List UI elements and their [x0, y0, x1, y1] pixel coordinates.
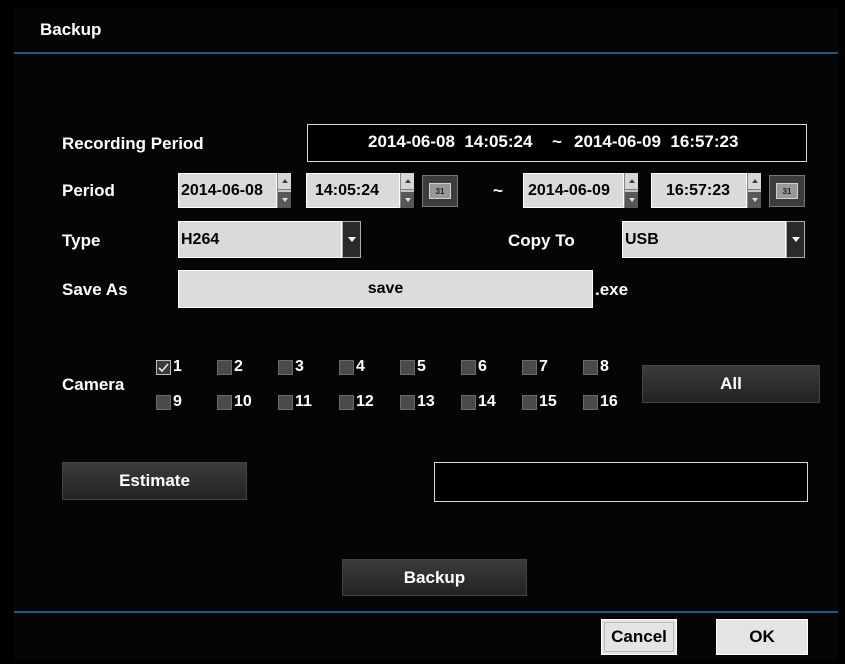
spin-down-icon[interactable]	[625, 192, 638, 208]
camera-16-checkbox[interactable]	[583, 395, 598, 410]
spin-down-icon[interactable]	[278, 192, 291, 208]
camera-4-label: 4	[356, 358, 365, 375]
spin-up-icon[interactable]	[278, 173, 291, 190]
copy-to-value: USB	[625, 230, 659, 248]
spin-down-icon[interactable]	[748, 192, 761, 208]
save-as-extension: .exe	[595, 280, 629, 299]
end-date-field[interactable]: 2014-06-09	[523, 173, 624, 208]
camera-4-checkbox[interactable]	[339, 360, 354, 375]
period-separator: ~	[493, 181, 503, 200]
dialog-title: Backup	[40, 20, 102, 39]
camera-9-checkbox[interactable]	[156, 395, 171, 410]
start-time-field[interactable]: 14:05:24	[306, 173, 400, 208]
camera-16-label: 16	[600, 393, 618, 410]
camera-8-label: 8	[600, 358, 609, 375]
camera-11-label: 11	[295, 393, 312, 410]
backup-button[interactable]: Backup	[342, 559, 527, 596]
recording-period-display: 2014-06-08 14:05:24 ~ 2014-06-09 16:57:2…	[307, 124, 807, 162]
start-calendar-button[interactable]: 31	[422, 175, 458, 207]
footer-divider	[14, 611, 838, 613]
recording-period-separator: ~	[552, 132, 562, 151]
end-time-field[interactable]: 16:57:23	[651, 173, 747, 208]
spin-up-icon[interactable]	[748, 173, 761, 190]
title-divider	[14, 52, 838, 54]
camera-1-checkbox[interactable]	[156, 360, 171, 375]
camera-label: Camera	[62, 375, 125, 394]
type-value: H264	[181, 230, 220, 248]
ok-button[interactable]: OK	[716, 619, 808, 655]
cancel-button[interactable]: Cancel	[601, 619, 677, 655]
camera-14-label: 14	[478, 393, 496, 410]
checkmark-icon	[158, 363, 169, 373]
camera-6-checkbox[interactable]	[461, 360, 476, 375]
save-as-value: save	[367, 280, 404, 297]
spin-up-icon[interactable]	[401, 173, 414, 190]
camera-15-label: 15	[539, 393, 557, 410]
backup-dialog: Backup Recording Period 2014-06-08 14:05…	[14, 8, 838, 660]
camera-12-label: 12	[356, 393, 374, 410]
spin-up-icon[interactable]	[625, 173, 638, 190]
camera-14-checkbox[interactable]	[461, 395, 476, 410]
type-select[interactable]: H264	[178, 221, 342, 258]
camera-15-checkbox[interactable]	[522, 395, 537, 410]
camera-10-checkbox[interactable]	[217, 395, 232, 410]
end-calendar-button[interactable]: 31	[769, 175, 805, 207]
calendar-icon: 31	[429, 183, 451, 199]
estimate-button[interactable]: Estimate	[62, 462, 247, 500]
calendar-icon: 31	[776, 183, 798, 199]
copy-to-label: Copy To	[508, 231, 575, 250]
save-as-input[interactable]: save	[178, 270, 593, 308]
camera-11-checkbox[interactable]	[278, 395, 293, 410]
camera-8-checkbox[interactable]	[583, 360, 598, 375]
start-date-spinner[interactable]	[277, 173, 291, 208]
camera-7-label: 7	[539, 358, 548, 375]
end-date-spinner[interactable]	[624, 173, 638, 208]
estimate-result-box	[434, 462, 808, 502]
camera-13-checkbox[interactable]	[400, 395, 415, 410]
camera-13-label: 13	[417, 393, 435, 410]
camera-2-label: 2	[234, 358, 243, 375]
type-dropdown-button[interactable]	[342, 221, 361, 258]
camera-12-checkbox[interactable]	[339, 395, 354, 410]
period-label: Period	[62, 181, 115, 200]
start-date-field[interactable]: 2014-06-08	[178, 173, 277, 208]
start-time-value: 14:05:24	[315, 181, 380, 199]
camera-9-label: 9	[173, 393, 182, 410]
camera-1-label: 1	[173, 358, 182, 375]
chevron-down-icon	[791, 237, 800, 242]
recording-period-start: 2014-06-08 14:05:24	[368, 132, 533, 151]
camera-6-label: 6	[478, 358, 487, 375]
camera-5-checkbox[interactable]	[400, 360, 415, 375]
copy-to-dropdown-button[interactable]	[786, 221, 805, 258]
start-time-spinner[interactable]	[400, 173, 414, 208]
recording-period-label: Recording Period	[62, 134, 204, 153]
camera-2-checkbox[interactable]	[217, 360, 232, 375]
camera-5-label: 5	[417, 358, 426, 375]
start-date-value: 2014-06-08	[181, 181, 263, 199]
all-cameras-button[interactable]: All	[642, 365, 820, 403]
spin-down-icon[interactable]	[401, 192, 414, 208]
end-time-value: 16:57:23	[666, 181, 731, 199]
save-as-label: Save As	[62, 280, 128, 299]
camera-3-checkbox[interactable]	[278, 360, 293, 375]
end-date-value: 2014-06-09	[528, 181, 610, 199]
type-label: Type	[62, 231, 101, 250]
chevron-down-icon	[347, 237, 356, 242]
copy-to-select[interactable]: USB	[622, 221, 786, 258]
recording-period-end: 2014-06-09 16:57:23	[574, 132, 739, 151]
end-time-spinner[interactable]	[747, 173, 761, 208]
camera-3-label: 3	[295, 358, 304, 375]
camera-10-label: 10	[234, 393, 252, 410]
camera-7-checkbox[interactable]	[522, 360, 537, 375]
